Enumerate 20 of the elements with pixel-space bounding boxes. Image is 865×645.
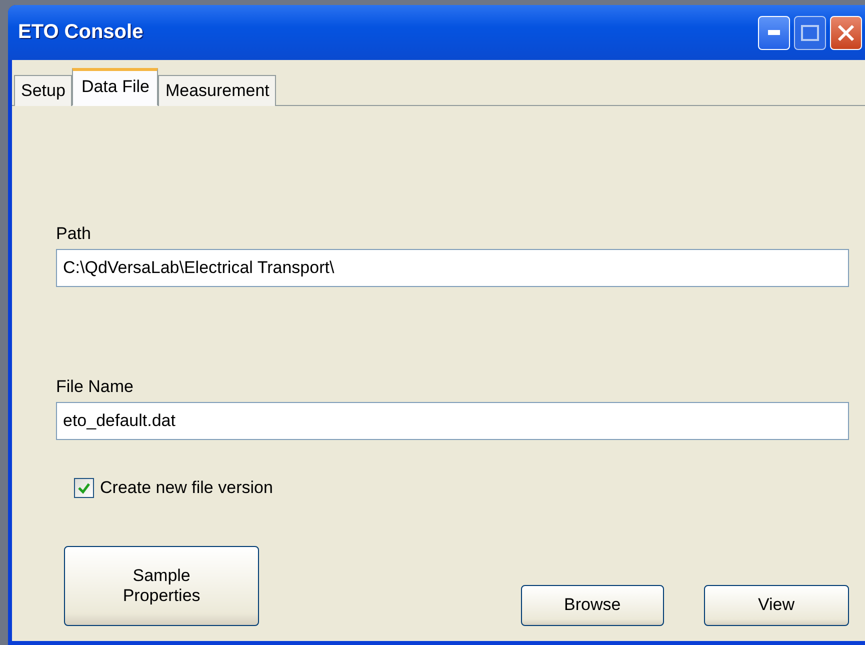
close-button[interactable] xyxy=(830,16,862,50)
checkbox-label: Create new file version xyxy=(100,478,273,498)
tab[interactable]: Data File xyxy=(72,68,158,106)
field-label: File Name xyxy=(56,377,134,397)
maximize-icon xyxy=(801,24,819,40)
checkbox[interactable] xyxy=(74,478,94,498)
file-name-field[interactable]: eto_default.dat xyxy=(56,402,849,440)
sample-properties-button[interactable]: Sample Properties xyxy=(64,546,260,626)
path-field[interactable]: C:\QdVersaLab\Electrical Transport\ xyxy=(56,249,849,287)
minimize-button[interactable] xyxy=(758,16,790,50)
tab[interactable]: Setup xyxy=(14,75,72,106)
minimize-icon xyxy=(768,30,780,36)
close-icon xyxy=(837,24,855,42)
maximize-button[interactable] xyxy=(794,16,826,50)
check-icon xyxy=(78,482,90,494)
field-label: Path xyxy=(56,224,92,244)
browse-button[interactable]: Browse xyxy=(521,585,664,626)
view-button[interactable]: View xyxy=(704,585,849,626)
tab[interactable]: Measurement xyxy=(158,75,276,106)
window-title: ETO Console xyxy=(18,21,144,44)
